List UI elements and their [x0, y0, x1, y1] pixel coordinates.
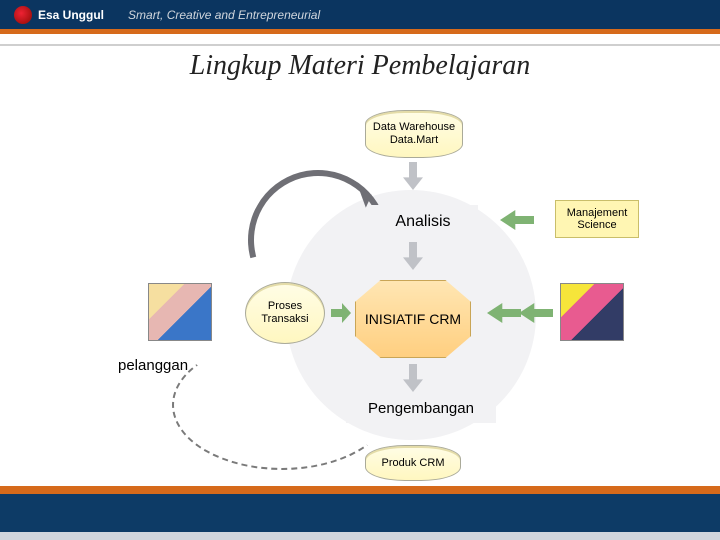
- label-pelanggan: pelanggan: [118, 357, 188, 374]
- header-bar: Esa Unggul Smart, Creative and Entrepren…: [0, 0, 720, 34]
- tagline: Smart, Creative and Entrepreneurial: [128, 8, 320, 22]
- divider: [0, 44, 720, 46]
- node-management-science: Manajement Science: [555, 200, 639, 238]
- node-label: Pengembangan: [368, 400, 474, 417]
- node-analisis: Analisis: [368, 205, 478, 239]
- node-label: Manajement Science: [556, 207, 638, 231]
- node-data-warehouse: Data Warehouse Data.Mart: [365, 110, 463, 158]
- image-customer-phone: [148, 283, 212, 341]
- arrow-down-icon: [403, 162, 423, 190]
- node-label: Data Warehouse Data.Mart: [372, 121, 456, 146]
- slide: Esa Unggul Smart, Creative and Entrepren…: [0, 0, 720, 540]
- node-produk-crm: Produk CRM: [365, 445, 461, 481]
- node-label: Analisis: [395, 213, 450, 231]
- node-proses-transaksi: Proses Transaksi: [245, 282, 325, 344]
- footer-bar: [0, 486, 720, 540]
- node-inisiatif-crm: INISIATIF CRM: [355, 280, 471, 358]
- arrow-left-icon: [500, 210, 534, 230]
- page-title: Lingkup Materi Pembelajaran: [0, 50, 720, 82]
- image-customer-computer: [560, 283, 624, 341]
- node-label: Proses Transaksi: [252, 300, 318, 325]
- logo: Esa Unggul: [14, 6, 104, 24]
- node-label: Produk CRM: [382, 457, 445, 470]
- node-label: INISIATIF CRM: [365, 311, 461, 327]
- brand-name: Esa Unggul: [38, 8, 104, 22]
- node-pengembangan: Pengembangan: [346, 395, 496, 423]
- logo-icon: [14, 6, 32, 24]
